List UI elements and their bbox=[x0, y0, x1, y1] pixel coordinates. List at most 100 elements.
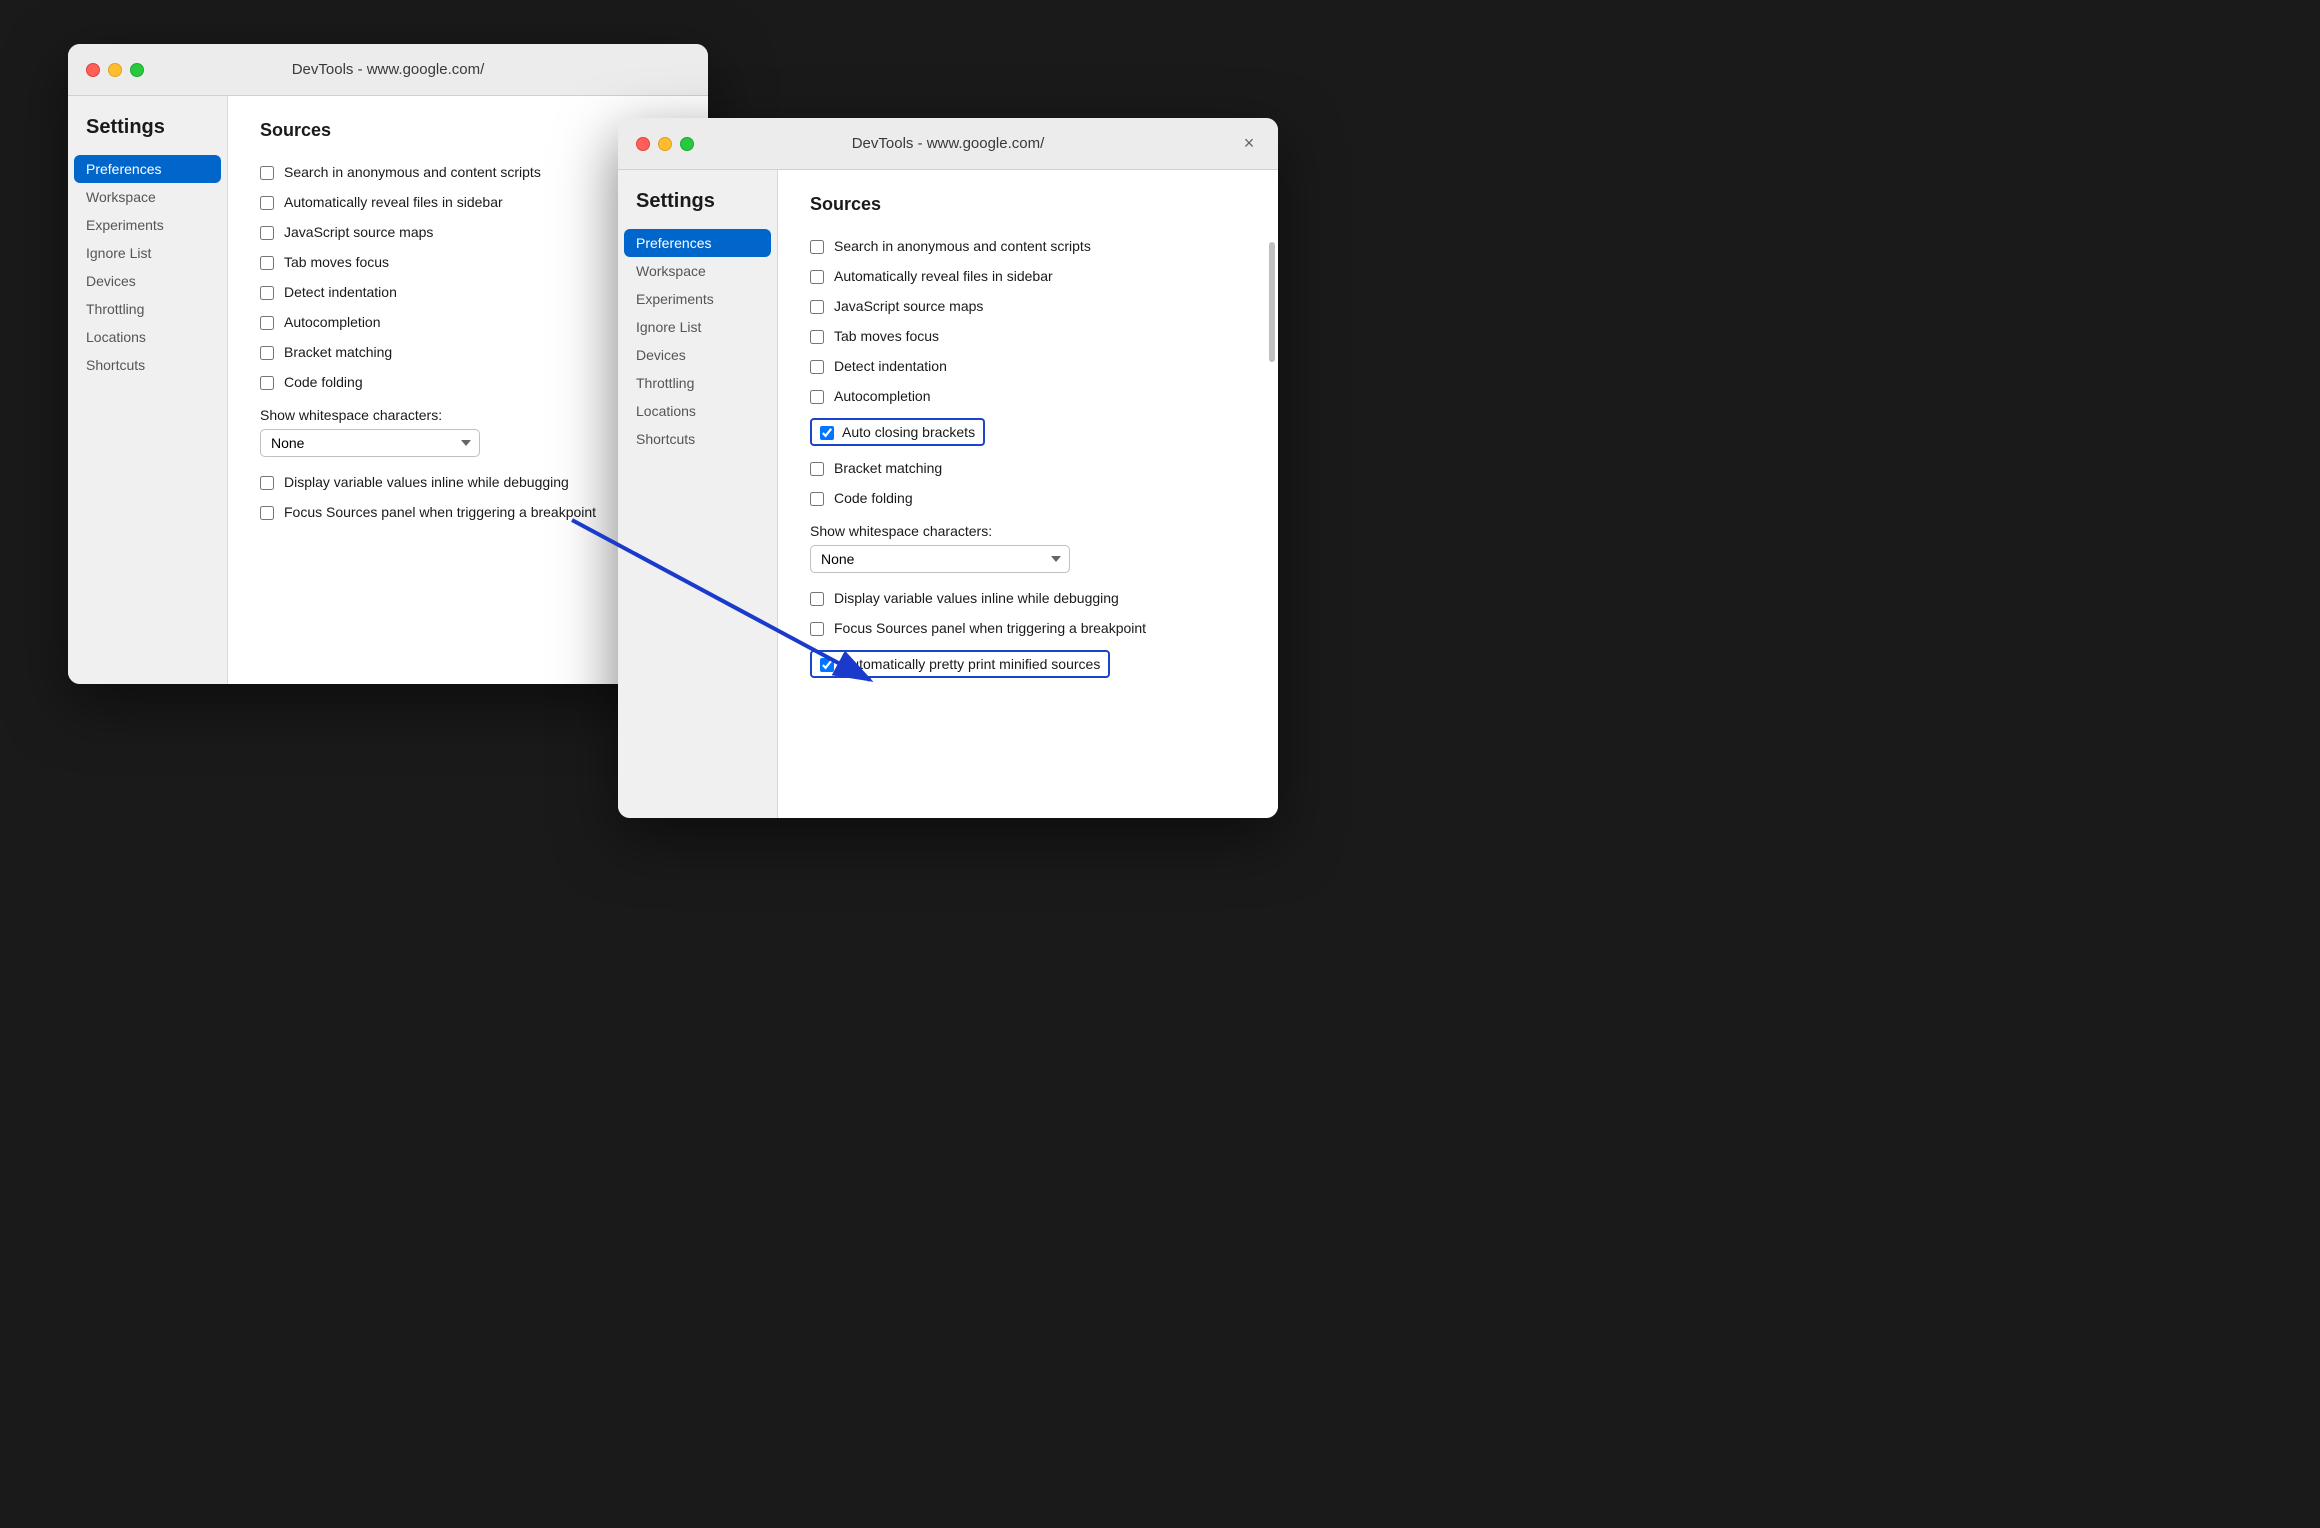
sidebar1-item-shortcuts[interactable]: Shortcuts bbox=[68, 351, 227, 379]
titlebar2-title: DevTools - www.google.com/ bbox=[852, 135, 1045, 152]
checkbox-row2-9: Focus Sources panel when triggering a br… bbox=[810, 613, 1246, 643]
sidebar2-item-shortcuts[interactable]: Shortcuts bbox=[618, 425, 777, 453]
window2-close-icon[interactable]: × bbox=[1238, 133, 1260, 155]
checkbox2-2[interactable] bbox=[810, 300, 824, 314]
sidebar1-item-throttling[interactable]: Throttling bbox=[68, 295, 227, 323]
checkbox-row1-0: Search in anonymous and content scripts bbox=[260, 157, 676, 187]
window1: DevTools - www.google.com/ Settings Pref… bbox=[68, 44, 708, 684]
checkbox-row-auto-pretty: Automatically pretty print minified sour… bbox=[810, 643, 1246, 685]
checkbox-auto-closing[interactable] bbox=[820, 426, 834, 440]
maximize-btn1[interactable] bbox=[130, 63, 144, 77]
checkbox-row1-2: JavaScript source maps bbox=[260, 217, 676, 247]
checkbox-row2-6: Bracket matching bbox=[810, 453, 1246, 483]
checkbox2-6[interactable] bbox=[810, 462, 824, 476]
checkbox-row2-8: Display variable values inline while deb… bbox=[810, 583, 1246, 613]
checkbox-label1-0: Search in anonymous and content scripts bbox=[284, 164, 541, 180]
checkbox-row1-3: Tab moves focus bbox=[260, 247, 676, 277]
checkbox2-1[interactable] bbox=[810, 270, 824, 284]
checkbox-label1-2: JavaScript source maps bbox=[284, 224, 433, 240]
sidebar2-item-throttling[interactable]: Throttling bbox=[618, 369, 777, 397]
window2-body: Settings Preferences Workspace Experimen… bbox=[618, 170, 1278, 818]
checkbox-label1-1: Automatically reveal files in sidebar bbox=[284, 194, 503, 210]
scrollbar-track2[interactable] bbox=[1268, 222, 1276, 818]
sidebar1-item-locations[interactable]: Locations bbox=[68, 323, 227, 351]
checkbox-label2-6: Bracket matching bbox=[834, 460, 942, 476]
sidebar2-item-locations[interactable]: Locations bbox=[618, 397, 777, 425]
checkbox1-1[interactable] bbox=[260, 196, 274, 210]
checkbox1-2[interactable] bbox=[260, 226, 274, 240]
checkbox-row1-4: Detect indentation bbox=[260, 277, 676, 307]
sidebar2-item-experiments[interactable]: Experiments bbox=[618, 285, 777, 313]
checkbox1-6[interactable] bbox=[260, 346, 274, 360]
sidebar2: Settings Preferences Workspace Experimen… bbox=[618, 170, 778, 818]
whitespace-label2: Show whitespace characters: bbox=[810, 523, 1246, 539]
close-btn1[interactable] bbox=[86, 63, 100, 77]
scrollbar-thumb2[interactable] bbox=[1269, 242, 1275, 362]
close-btn2[interactable] bbox=[636, 137, 650, 151]
checkbox-row1-5: Autocompletion bbox=[260, 307, 676, 337]
auto-closing-brackets-highlight: Auto closing brackets bbox=[810, 418, 985, 446]
checkbox2-3[interactable] bbox=[810, 330, 824, 344]
checkbox1-5[interactable] bbox=[260, 316, 274, 330]
section-title2: Sources bbox=[810, 194, 1246, 215]
checkbox-label2-1: Automatically reveal files in sidebar bbox=[834, 268, 1053, 284]
checkbox1-9[interactable] bbox=[260, 506, 274, 520]
checkbox-row1-9: Focus Sources panel when triggering a br… bbox=[260, 497, 676, 527]
checkbox-label1-5: Autocompletion bbox=[284, 314, 381, 330]
sidebar2-item-workspace[interactable]: Workspace bbox=[618, 257, 777, 285]
sidebar2-item-preferences[interactable]: Preferences bbox=[624, 229, 771, 257]
checkbox-label1-8: Display variable values inline while deb… bbox=[284, 474, 569, 490]
checkbox1-4[interactable] bbox=[260, 286, 274, 300]
sidebar1-item-preferences[interactable]: Preferences bbox=[74, 155, 221, 183]
checkbox-label2-5: Autocompletion bbox=[834, 388, 931, 404]
sidebar2-item-devices[interactable]: Devices bbox=[618, 341, 777, 369]
checkbox-label1-4: Detect indentation bbox=[284, 284, 397, 300]
auto-closing-brackets-label: Auto closing brackets bbox=[842, 424, 975, 440]
checkbox-row1-8: Display variable values inline while deb… bbox=[260, 467, 676, 497]
checkbox-label2-9: Focus Sources panel when triggering a br… bbox=[834, 620, 1146, 636]
sidebar1-item-ignorelist[interactable]: Ignore List bbox=[68, 239, 227, 267]
checkbox-row2-0: Search in anonymous and content scripts bbox=[810, 231, 1246, 261]
sidebar1-item-experiments[interactable]: Experiments bbox=[68, 211, 227, 239]
sidebar1-item-devices[interactable]: Devices bbox=[68, 267, 227, 295]
checkbox2-5[interactable] bbox=[810, 390, 824, 404]
checkbox-label2-8: Display variable values inline while deb… bbox=[834, 590, 1119, 606]
titlebar1-title: DevTools - www.google.com/ bbox=[292, 61, 485, 78]
checkbox1-7[interactable] bbox=[260, 376, 274, 390]
checkbox-row-auto-closing: Auto closing brackets bbox=[810, 411, 1246, 453]
section-title1: Sources bbox=[260, 120, 676, 141]
checkbox1-8[interactable] bbox=[260, 476, 274, 490]
sidebar2-item-ignorelist[interactable]: Ignore List bbox=[618, 313, 777, 341]
checkbox-row1-7: Code folding bbox=[260, 367, 676, 397]
checkbox1-0[interactable] bbox=[260, 166, 274, 180]
whitespace-select1[interactable]: None All Trailing bbox=[260, 429, 480, 457]
checkbox-row2-3: Tab moves focus bbox=[810, 321, 1246, 351]
checkbox-label2-3: Tab moves focus bbox=[834, 328, 939, 344]
checkbox2-8[interactable] bbox=[810, 592, 824, 606]
auto-pretty-print-highlight: Automatically pretty print minified sour… bbox=[810, 650, 1110, 678]
checkbox-row2-5: Autocompletion bbox=[810, 381, 1246, 411]
checkbox2-7[interactable] bbox=[810, 492, 824, 506]
checkbox-row1-1: Automatically reveal files in sidebar bbox=[260, 187, 676, 217]
sidebar1-title: Settings bbox=[68, 116, 227, 155]
checkbox-label2-4: Detect indentation bbox=[834, 358, 947, 374]
checkbox-label2-2: JavaScript source maps bbox=[834, 298, 983, 314]
checkbox-row2-2: JavaScript source maps bbox=[810, 291, 1246, 321]
minimize-btn1[interactable] bbox=[108, 63, 122, 77]
sidebar1: Settings Preferences Workspace Experimen… bbox=[68, 96, 228, 684]
checkbox2-4[interactable] bbox=[810, 360, 824, 374]
checkbox2-9[interactable] bbox=[810, 622, 824, 636]
checkbox-label1-7: Code folding bbox=[284, 374, 363, 390]
traffic-lights2 bbox=[636, 137, 694, 151]
sidebar1-item-workspace[interactable]: Workspace bbox=[68, 183, 227, 211]
checkbox-auto-pretty[interactable] bbox=[820, 658, 834, 672]
checkbox1-3[interactable] bbox=[260, 256, 274, 270]
checkbox2-0[interactable] bbox=[810, 240, 824, 254]
checkbox-row2-1: Automatically reveal files in sidebar bbox=[810, 261, 1246, 291]
titlebar2: DevTools - www.google.com/ × bbox=[618, 118, 1278, 170]
checkbox-row2-4: Detect indentation bbox=[810, 351, 1246, 381]
whitespace-select2[interactable]: None All Trailing bbox=[810, 545, 1070, 573]
minimize-btn2[interactable] bbox=[658, 137, 672, 151]
maximize-btn2[interactable] bbox=[680, 137, 694, 151]
checkbox-label2-7: Code folding bbox=[834, 490, 913, 506]
